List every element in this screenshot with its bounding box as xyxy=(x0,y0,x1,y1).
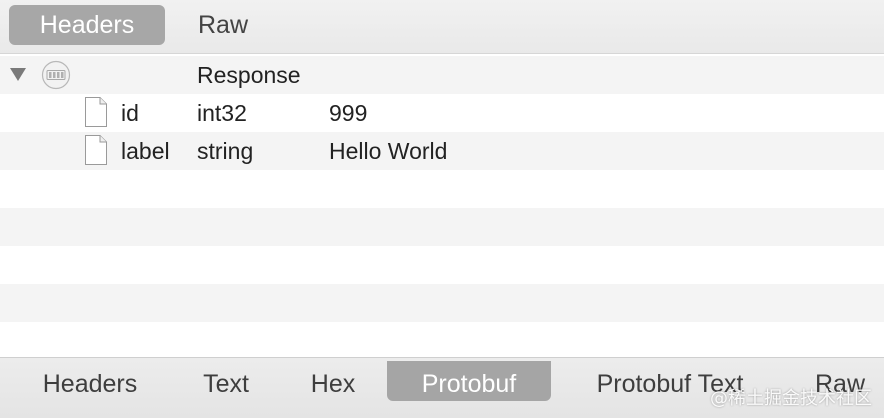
field-value: Hello World xyxy=(329,138,448,164)
disclosure-triangle-icon[interactable] xyxy=(10,68,26,81)
watermark: @稀土掘金技术社区 xyxy=(710,388,872,409)
tab-protobuf[interactable]: Protobuf xyxy=(387,361,551,401)
tab-headers[interactable]: Headers xyxy=(9,5,165,45)
field-name: label xyxy=(121,138,170,164)
empty-row xyxy=(0,246,884,284)
file-icon xyxy=(85,135,107,165)
empty-row xyxy=(0,208,884,246)
bottom-tab-bar: Headers Text Hex Protobuf Protobuf Text … xyxy=(0,358,884,418)
tab-raw[interactable]: Raw xyxy=(184,5,262,45)
empty-row xyxy=(0,170,884,208)
empty-row xyxy=(0,284,884,322)
tree-row-field[interactable]: id int32 999 xyxy=(0,94,884,132)
tab-text[interactable]: Text xyxy=(186,361,266,401)
field-type: int32 xyxy=(197,100,247,126)
empty-row xyxy=(0,322,884,360)
tree-row-root[interactable]: Response xyxy=(0,56,884,94)
tab-hex[interactable]: Hex xyxy=(295,361,371,401)
message-icon xyxy=(41,60,71,90)
field-type: string xyxy=(197,138,254,164)
tab-headers-bottom[interactable]: Headers xyxy=(20,361,160,401)
field-name: id xyxy=(121,100,139,126)
field-type: Response xyxy=(197,62,301,88)
top-tab-bar: Headers Raw xyxy=(0,0,884,54)
file-icon xyxy=(85,97,107,127)
tree-row-field[interactable]: label string Hello World xyxy=(0,132,884,170)
field-value: 999 xyxy=(329,100,368,126)
